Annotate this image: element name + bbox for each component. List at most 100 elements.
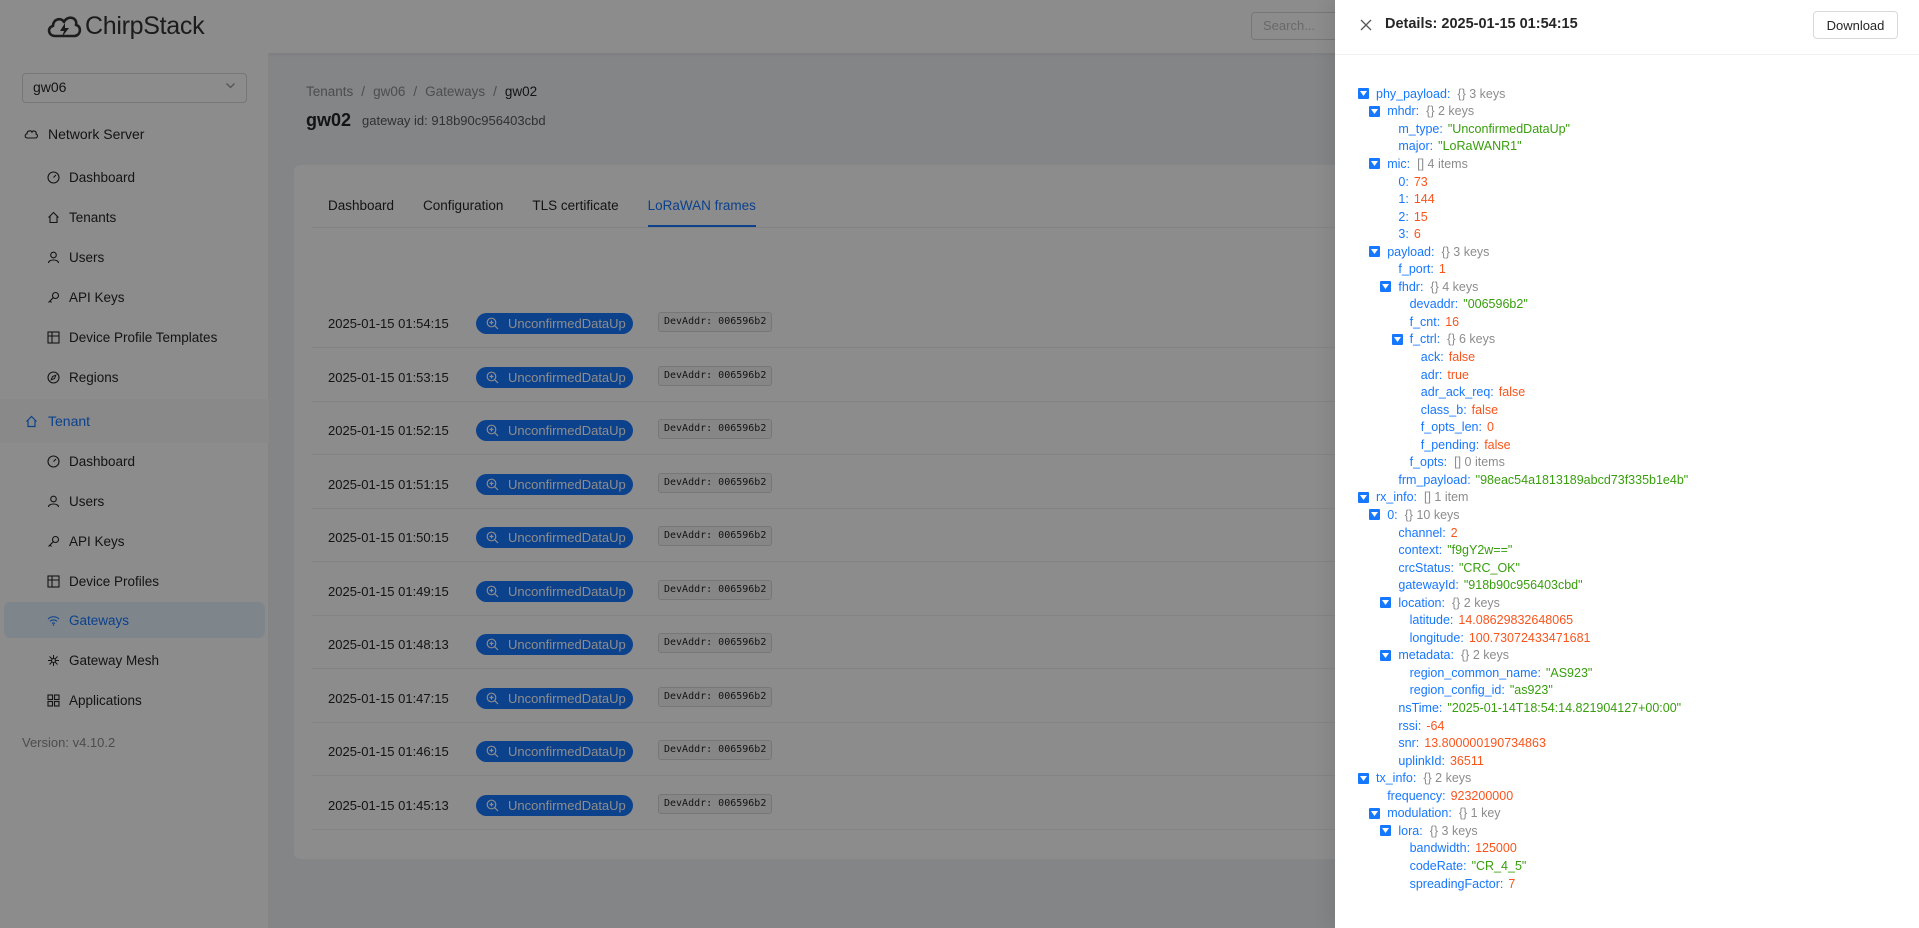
drawer-header: Details: 2025-01-15 01:54:15 Download — [1335, 0, 1919, 55]
json-node-tx-info[interactable]: tx_info {} 2 keys — [1358, 769, 1471, 787]
json-number-value: 15 — [1413, 209, 1428, 224]
json-node-snr: snr 13.800000190734863 — [1398, 734, 1546, 752]
json-key: rx_info — [1376, 490, 1417, 504]
json-meta: [] 4 items — [1417, 156, 1468, 171]
json-number-value: 14.08629832648065 — [1458, 613, 1574, 628]
json-node-frm-payload: frm_payload "98eac54a1813189abcd73f335b1e… — [1398, 471, 1688, 489]
json-meta: {} 10 keys — [1404, 507, 1460, 522]
collapse-toggle-icon[interactable] — [1369, 807, 1381, 819]
json-meta: [] 0 items — [1454, 455, 1505, 470]
json-node-lora[interactable]: lora {} 3 keys — [1380, 822, 1478, 840]
json-meta: {} 6 keys — [1447, 332, 1496, 347]
json-key: fhdr — [1398, 280, 1423, 294]
json-meta: {} 1 key — [1458, 806, 1501, 821]
json-node-f-port: f_port 1 — [1398, 261, 1445, 279]
json-number-value: 13.800000190734863 — [1424, 736, 1546, 751]
collapse-toggle-icon[interactable] — [1380, 597, 1392, 609]
json-key: f_port — [1398, 262, 1433, 276]
json-node-gatewayid: gatewayId "918b90c956403cbd" — [1398, 576, 1582, 594]
json-node-payload[interactable]: payload {} 3 keys — [1369, 243, 1489, 261]
json-string-value: "CR_4_5" — [1471, 858, 1527, 873]
json-key: m_type — [1398, 122, 1442, 136]
json-string-value: "AS923" — [1545, 665, 1593, 680]
json-meta: {} 4 keys — [1430, 279, 1479, 294]
json-number-value: 6 — [1413, 227, 1421, 242]
json-key: adr_ack_req — [1421, 385, 1494, 399]
json-node-devaddr: devaddr "006596b2" — [1410, 296, 1528, 314]
json-key: f_cnt — [1410, 315, 1441, 329]
collapse-toggle-icon[interactable] — [1369, 105, 1381, 117]
json-node-rx-info[interactable]: rx_info [] 1 item — [1358, 489, 1468, 507]
json-node-fhdr[interactable]: fhdr {} 4 keys — [1380, 278, 1478, 296]
download-button[interactable]: Download — [1813, 11, 1898, 39]
json-node-adr: adrtrue — [1421, 366, 1469, 384]
json-string-value: "UnconfirmedDataUp" — [1447, 121, 1570, 136]
json-node-uplinkid: uplinkId 36511 — [1398, 752, 1483, 770]
json-node-latitude: latitude 14.08629832648065 — [1410, 612, 1574, 630]
collapse-toggle-icon[interactable] — [1358, 88, 1369, 100]
json-node-phy-payload[interactable]: phy_payload {} 3 keys — [1358, 85, 1505, 103]
json-node-major: major "LoRaWANR1" — [1398, 138, 1521, 156]
json-node-region-common-name: region_common_name "AS923" — [1410, 664, 1593, 682]
json-key: context — [1398, 543, 1442, 557]
json-string-value: "f9gY2w==" — [1447, 543, 1513, 558]
collapse-toggle-icon[interactable] — [1369, 246, 1381, 258]
collapse-toggle-icon[interactable] — [1358, 772, 1369, 784]
json-key: uplinkId — [1398, 754, 1445, 768]
collapse-toggle-icon[interactable] — [1358, 491, 1369, 503]
json-key: snr — [1398, 736, 1419, 750]
json-key: location — [1398, 596, 1445, 610]
json-node-location[interactable]: location {} 2 keys — [1380, 594, 1500, 612]
json-number-value: true — [1447, 367, 1469, 382]
json-node-metadata[interactable]: metadata {} 2 keys — [1380, 647, 1509, 665]
json-key: frm_payload — [1398, 473, 1470, 487]
json-node-ack: ack false — [1421, 348, 1475, 366]
json-node-f-opts: f_opts [] 0 items — [1410, 454, 1505, 472]
collapse-toggle-icon[interactable] — [1369, 509, 1381, 521]
json-number-value: 125000 — [1475, 841, 1517, 856]
json-key: f_ctrl — [1410, 332, 1441, 346]
json-meta: {} 2 keys — [1426, 104, 1475, 119]
collapse-toggle-icon[interactable] — [1380, 825, 1392, 837]
json-number-value: 923200000 — [1450, 788, 1514, 803]
json-node-0[interactable]: 0 {} 10 keys — [1369, 506, 1460, 524]
collapse-toggle-icon[interactable] — [1380, 281, 1392, 293]
json-key: adr — [1421, 368, 1443, 382]
json-meta: {} 3 keys — [1441, 244, 1490, 259]
collapse-toggle-icon[interactable] — [1380, 649, 1392, 661]
json-key: devaddr — [1410, 297, 1459, 311]
json-meta: {} 2 keys — [1461, 648, 1509, 663]
collapse-toggle-icon[interactable] — [1391, 333, 1403, 345]
json-key: bandwidth — [1410, 841, 1470, 855]
json-string-value: "LoRaWANR1" — [1438, 139, 1522, 154]
json-node-f-ctrl[interactable]: f_ctrl {} 6 keys — [1391, 331, 1496, 349]
json-node-crcstatus: crcStatus "CRC_OK" — [1398, 559, 1520, 577]
json-key: major — [1398, 139, 1433, 153]
json-key: modulation — [1387, 806, 1452, 820]
json-string-value: "006596b2" — [1463, 297, 1528, 312]
json-node-context: context "f9gY2w==" — [1398, 541, 1512, 559]
json-node-bandwidth: bandwidth 125000 — [1410, 840, 1517, 858]
json-node-mhdr[interactable]: mhdr {} 2 keys — [1369, 103, 1474, 121]
json-key: metadata — [1398, 648, 1454, 662]
json-key: f_opts — [1410, 455, 1448, 469]
json-key: channel — [1398, 526, 1445, 540]
json-key: f_pending — [1421, 438, 1479, 452]
json-node-modulation[interactable]: modulation {} 1 key — [1369, 805, 1501, 823]
collapse-toggle-icon[interactable] — [1369, 158, 1381, 170]
json-key: payload — [1387, 245, 1434, 259]
json-number-value: 7 — [1508, 876, 1516, 891]
json-key: gatewayId — [1398, 578, 1458, 592]
json-key: 1 — [1398, 192, 1408, 206]
json-string-value: "CRC_OK" — [1458, 560, 1520, 575]
json-key: class_b — [1421, 403, 1467, 417]
drawer-title: Details: 2025-01-15 01:54:15 — [1385, 16, 1578, 32]
json-meta: {} 3 keys — [1429, 823, 1478, 838]
json-string-value: "as923" — [1509, 683, 1553, 698]
close-icon[interactable] — [1358, 17, 1374, 33]
json-node-class-b: class_b false — [1421, 401, 1498, 419]
json-string-value: "2025-01-14T18:54:14.821904127+00:00" — [1447, 701, 1682, 715]
json-node-2: 2 15 — [1398, 208, 1427, 226]
json-key: 0 — [1398, 175, 1408, 189]
json-node-mic[interactable]: mic [] 4 items — [1369, 155, 1468, 173]
